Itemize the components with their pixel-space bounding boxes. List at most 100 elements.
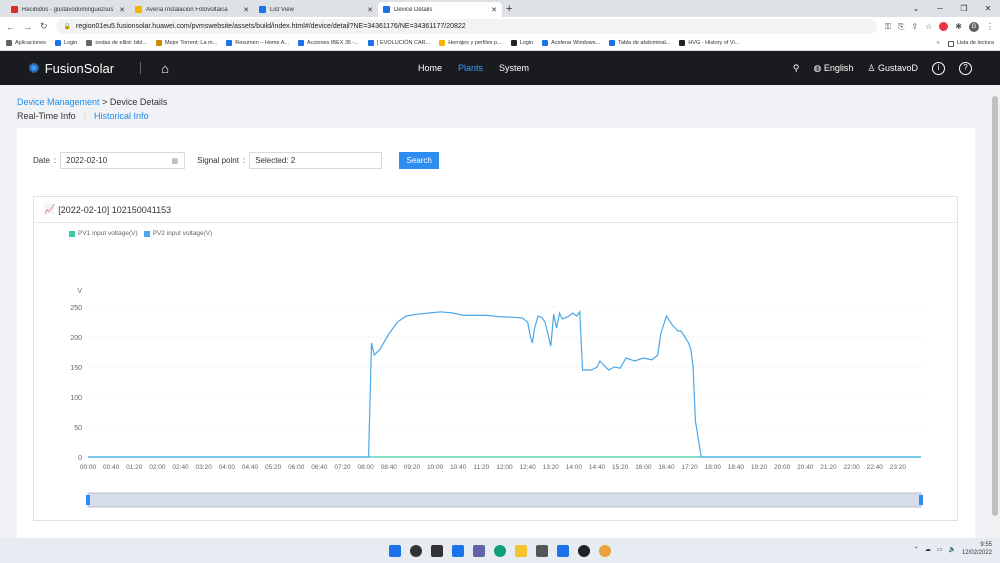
user-menu[interactable]: ♙ GustavoD: [867, 51, 918, 85]
calendar-icon[interactable]: ▦: [172, 157, 179, 165]
fusionsolar-logo[interactable]: ✺ FusionSolar: [28, 60, 114, 77]
x-tick-label: 12:00: [496, 464, 513, 471]
profile-avatar[interactable]: G: [969, 21, 979, 32]
adblock-icon[interactable]: [939, 22, 949, 31]
star-icon[interactable]: ☆: [925, 22, 932, 31]
nav-plants[interactable]: Plants: [458, 51, 483, 85]
taskbar-clock[interactable]: 9:55 12/02/2022: [962, 541, 992, 557]
help-icon[interactable]: ?: [959, 61, 972, 75]
x-tick-label: 18:00: [705, 464, 722, 471]
reading-list[interactable]: Lista de lectura: [947, 36, 994, 51]
store-icon[interactable]: [536, 544, 548, 557]
browser-tab-strip: Recibidos - gustavodominguezsus ✕ Avería…: [0, 0, 1000, 17]
maximize-icon[interactable]: ❐: [952, 0, 976, 17]
breadcrumb: Device Management > Device Details: [17, 97, 167, 107]
tab-title: Avería Instalación Fotovoltaica: [146, 6, 228, 13]
tab-title: List View: [270, 6, 294, 13]
close-window-icon[interactable]: ✕: [976, 0, 1000, 17]
key-icon[interactable]: ⚿: [885, 22, 891, 32]
bookmark-item[interactable]: Herrajes y perfiles p...: [439, 40, 502, 46]
cloud-icon[interactable]: ☁: [925, 546, 931, 553]
windows-start-icon[interactable]: [389, 544, 401, 557]
bookmark-item[interactable]: Acelerar Windows...: [542, 40, 600, 46]
tab-realtime-info[interactable]: Real-Time Info: [17, 111, 76, 121]
browser-tab[interactable]: Avería Instalación Fotovoltaica ✕: [130, 2, 254, 17]
search-icon[interactable]: ⚲: [793, 51, 800, 85]
scrollbar-thumb[interactable]: [992, 96, 998, 516]
minimize-icon[interactable]: ─: [928, 0, 952, 17]
close-tab-icon[interactable]: ✕: [367, 6, 373, 14]
signal-point-select[interactable]: Selected: 2: [249, 152, 383, 169]
date-picker[interactable]: 2022-02-10 ▦: [60, 152, 186, 169]
nav-home[interactable]: Home: [418, 51, 442, 85]
url-field[interactable]: 🔒 region01eu5.fusionsolar.huawei.com/pvm…: [55, 19, 877, 34]
file-explorer-icon[interactable]: [515, 544, 527, 557]
browser-tab-active[interactable]: Device Details ✕: [378, 2, 502, 17]
search-button[interactable]: Search: [399, 152, 440, 169]
volume-icon[interactable]: 🔈: [948, 546, 955, 553]
gmail-icon: [11, 6, 18, 13]
task-view-icon[interactable]: [431, 544, 443, 557]
tab-search-icon[interactable]: ⌄: [904, 0, 928, 17]
close-tab-icon[interactable]: ✕: [119, 6, 125, 14]
bookmark-icon: [439, 40, 446, 46]
more-bookmarks-icon[interactable]: »: [937, 36, 940, 51]
lock-icon[interactable]: 🔒: [64, 23, 71, 30]
edge-icon[interactable]: [494, 544, 506, 557]
signal-point-value: Selected: 2: [255, 156, 296, 165]
bookmark-item[interactable]: Aplicaciones: [6, 40, 46, 46]
extensions-icon[interactable]: ✱: [955, 22, 962, 31]
home-icon[interactable]: ⌂: [161, 61, 169, 76]
browser-tab[interactable]: Recibidos - gustavodominguezsus ✕: [6, 2, 130, 17]
x-tick-label: 14:00: [566, 464, 583, 471]
x-tick-label: 04:00: [219, 464, 236, 471]
chrome-icon[interactable]: [599, 544, 611, 557]
widgets-icon[interactable]: [452, 544, 464, 557]
bookmark-item[interactable]: ondas de elliot: bibl...: [86, 40, 147, 46]
tab-separator: |: [83, 111, 87, 121]
tray-chevron-icon[interactable]: ⌃: [914, 546, 919, 553]
menu-icon[interactable]: ⋮: [986, 22, 994, 31]
teams-chat-icon[interactable]: [473, 544, 485, 557]
bookmark-item[interactable]: Login: [54, 40, 77, 46]
back-icon[interactable]: ←: [6, 22, 15, 32]
translate-icon[interactable]: ⎘: [898, 22, 904, 32]
mail-icon[interactable]: [557, 544, 569, 557]
app-header: ✺ FusionSolar ⌂ Home Plants System ⚲ ◍ E…: [0, 51, 1000, 85]
tab-title: Recibidos - gustavodominguezsus: [22, 6, 114, 13]
stocks-icon: [298, 40, 305, 46]
forward-icon[interactable]: →: [23, 22, 32, 32]
bookmark-item[interactable]: Acciones IBEX 35 -...: [298, 40, 359, 46]
x-tick-label: 07:20: [334, 464, 351, 471]
bookmark-item[interactable]: Login: [510, 40, 533, 46]
reload-icon[interactable]: ↻: [40, 21, 48, 32]
new-tab-icon[interactable]: +: [506, 2, 512, 17]
x-tick-label: 03:20: [196, 464, 213, 471]
bookmark-item[interactable]: Tabla de abdominal...: [609, 40, 670, 46]
tab-historical-info[interactable]: Historical Info: [94, 111, 149, 121]
close-tab-icon[interactable]: ✕: [243, 6, 249, 14]
network-icon[interactable]: ▭: [937, 546, 943, 553]
brand-name: FusionSolar: [44, 60, 115, 76]
y-tick-label: 100: [70, 395, 82, 402]
bookmark-item[interactable]: [ EVOLUCIÓN CAR...: [368, 40, 430, 46]
bookmark-item[interactable]: HVG - History of Vi...: [679, 40, 739, 46]
share-icon[interactable]: ⇪: [911, 22, 918, 31]
language-selector[interactable]: ◍ English: [813, 51, 853, 85]
x-tick-label: 23:20: [890, 464, 907, 471]
app-icon[interactable]: [578, 544, 590, 557]
info-icon[interactable]: i: [932, 61, 945, 75]
bookmark-item[interactable]: Resumen – Home A...: [226, 40, 289, 46]
bookmark-item[interactable]: Mejor Torrent: La m...: [156, 40, 217, 46]
filter-bar: Date: 2022-02-10 ▦ Signal point: Selecte…: [33, 152, 440, 169]
nav-system[interactable]: System: [499, 51, 529, 85]
x-tick-label: 17:20: [681, 464, 698, 471]
home-assistant-icon: [226, 40, 233, 46]
browser-tab[interactable]: List View ✕: [254, 2, 378, 17]
page-scrollbar[interactable]: [990, 88, 1000, 538]
bookmarks-bar: Aplicaciones Login ondas de elliot: bibl…: [0, 36, 1000, 51]
search-icon[interactable]: [410, 544, 422, 557]
close-tab-icon[interactable]: ✕: [491, 6, 497, 14]
breadcrumb-device-management[interactable]: Device Management: [17, 97, 100, 107]
taskbar-apps: [389, 544, 611, 557]
